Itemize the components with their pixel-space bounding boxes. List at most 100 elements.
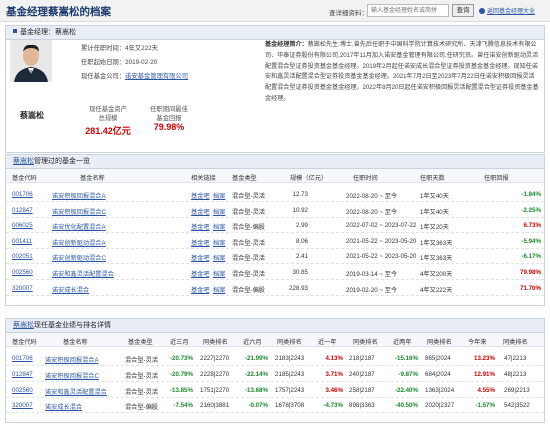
tenure-return: -1.84% — [521, 191, 541, 198]
fund-type: 混合型-灵活 — [125, 357, 158, 364]
fund-code-link[interactable]: 012847 — [12, 207, 33, 214]
fund-archive-link[interactable]: 档案 — [213, 269, 225, 278]
tenure-period: 2019-03-14 ~ 至今 — [346, 271, 398, 278]
fund-name-link[interactable]: 诺安创新驱动混合A — [52, 238, 106, 247]
table-row — [6, 380, 544, 382]
table-row — [6, 247, 544, 249]
fund-archive-link[interactable]: 档案 — [213, 238, 225, 247]
top-bar: 基金经理蔡嵩松的档案 查详细资料： 查询 返回基金经理大全 — [0, 0, 550, 22]
return-1y: 3.46% — [325, 386, 343, 394]
company-link[interactable]: 诺安基金管理有限公司 — [125, 73, 188, 80]
fund-code-link[interactable]: 320007 — [12, 285, 33, 292]
fund-archive-link[interactable]: 档案 — [213, 191, 225, 200]
fund-archive-link[interactable]: 档案 — [213, 285, 225, 294]
return-3m: -7.54% — [173, 402, 193, 410]
tenure-return: 71.70% — [520, 284, 541, 292]
fund-forum-link[interactable]: 基金吧 — [191, 207, 210, 216]
fund-name-link[interactable]: 诺安积极回报混合A — [52, 191, 106, 200]
fund-name-link[interactable]: 诺安成长混合 — [45, 402, 82, 411]
search-input[interactable] — [367, 4, 449, 17]
fund-name-link[interactable]: 诺安积极回报混合C — [52, 207, 106, 216]
fund-forum-link[interactable]: 基金吧 — [191, 285, 210, 294]
fund-forum-link[interactable]: 基金吧 — [191, 253, 210, 262]
fund-type: 混合型-灵活 — [232, 193, 265, 200]
table-row — [6, 232, 544, 234]
fund-size: 2.99 — [295, 222, 308, 230]
current-header-5: 近六月 — [243, 339, 262, 346]
fund-code-link[interactable]: 001706 — [12, 355, 33, 362]
query-label: 查详细资料： — [329, 10, 368, 17]
rank-ytd: 269|2213 — [504, 386, 530, 394]
company-row: 现任基金公司：诺安基金管理有限公司 — [81, 73, 189, 80]
fund-code-link[interactable]: 002560 — [12, 387, 33, 394]
fund-code-link[interactable]: 320007 — [12, 402, 33, 409]
fund-code-link[interactable]: 006025 — [12, 222, 33, 229]
fund-forum-link[interactable]: 基金吧 — [191, 222, 210, 231]
rank-2y: 2020|2327 — [425, 402, 455, 410]
fund-code-link[interactable]: 001411 — [12, 238, 32, 245]
fund-code-link[interactable]: 002560 — [12, 269, 33, 276]
fund-name-link[interactable]: 诺安成长混合 — [52, 285, 89, 294]
start-date: 任职起始日期：2019-02-20 — [81, 59, 158, 66]
fund-name-link[interactable]: 诺安和鑫灵活配置混合 — [45, 387, 107, 396]
current-header-6: 同类排名 — [277, 339, 302, 346]
current-header-12: 同类排名 — [503, 339, 528, 346]
fund-name-link[interactable]: 诺安和鑫灵活配置混合 — [52, 269, 114, 278]
tenure-period: 2022-08-20 ~ 至今 — [346, 193, 398, 200]
fund-forum-link[interactable]: 基金吧 — [191, 191, 210, 200]
tenure-days: 1年又363天 — [420, 255, 453, 263]
fund-name-link[interactable]: 诺安优化配置混合A — [52, 222, 106, 231]
tenure-days: 1年又363天 — [420, 239, 453, 247]
tenure-return: 79.98% — [520, 269, 541, 276]
current-header-10: 同类排名 — [427, 339, 452, 346]
fund-type: 混合型-灵活 — [232, 208, 265, 216]
fund-archive-link[interactable]: 档案 — [213, 222, 225, 231]
page-title: 基金经理蔡嵩松的档案 — [6, 6, 111, 18]
search-button[interactable]: 查询 — [452, 4, 474, 17]
managed-header-3: 基金类型 — [232, 175, 257, 182]
fund-forum-link[interactable]: 基金吧 — [191, 238, 210, 247]
tenure-period: 2021-05-22 ~ 2023-05-20 — [346, 253, 417, 261]
table-row — [6, 216, 544, 218]
return-6m: -21.99% — [244, 355, 268, 362]
return-3m: -13.85% — [169, 386, 193, 394]
rank-ytd: 47|2213 — [504, 355, 527, 362]
fund-code-link[interactable]: 012847 — [12, 371, 33, 378]
fund-archive-link[interactable]: 档案 — [213, 207, 225, 216]
tenure-return: -6.17% — [521, 253, 541, 261]
fund-forum-link[interactable]: 基金吧 — [191, 269, 210, 278]
table-row — [6, 365, 544, 366]
rank-1y: 258|2187 — [349, 386, 375, 394]
table-row — [6, 201, 544, 202]
tenure-period: 2022-08-20 ~ 至今 — [346, 208, 398, 216]
current-header-8: 同类排名 — [353, 339, 378, 346]
return-6m: -22.14% — [244, 370, 268, 378]
fund-type: 混合型-灵活 — [232, 271, 265, 278]
tenure: 累计任职时间：4年又222天 — [81, 45, 158, 52]
managed-header-1: 基金名称 — [80, 175, 105, 182]
fund-type: 混合型-灵活 — [232, 255, 265, 263]
fund-code-link[interactable]: 001706 — [12, 191, 33, 198]
bullet-icon — [13, 29, 17, 33]
return-2y: -22.40% — [394, 386, 418, 394]
fund-name-link[interactable]: 诺安积极回报混合A — [45, 355, 99, 364]
return-ytd: 12.91% — [474, 370, 495, 378]
managed-header-4: 规模（亿元） — [290, 175, 328, 182]
return-2y: -9.87% — [398, 370, 418, 378]
rank-6m: 2185|2243 — [275, 370, 305, 378]
fund-name-link[interactable]: 诺安创新驱动混合C — [52, 253, 106, 262]
return-ytd: 13.23% — [474, 355, 495, 362]
return-3m: -20.79% — [169, 370, 193, 378]
aum-stat: 现任基金资产 总规模 281.42亿元 — [85, 106, 131, 136]
return-ytd: -1.57% — [475, 402, 495, 410]
fund-archive-link[interactable]: 档案 — [213, 253, 225, 262]
back-link[interactable]: 返回基金经理大全 — [479, 6, 535, 15]
fund-type: 混合型-灵活 — [125, 372, 158, 380]
fund-name-link[interactable]: 诺安积极回报混合C — [45, 371, 99, 380]
back-icon — [479, 8, 485, 14]
fund-code-link[interactable]: 002051 — [12, 253, 33, 260]
tenure-return: -5.94% — [521, 237, 541, 245]
return-6m: -0.07% — [248, 402, 268, 410]
rank-1y: 240|2187 — [349, 370, 375, 378]
return-1y: 3.71% — [325, 370, 343, 378]
